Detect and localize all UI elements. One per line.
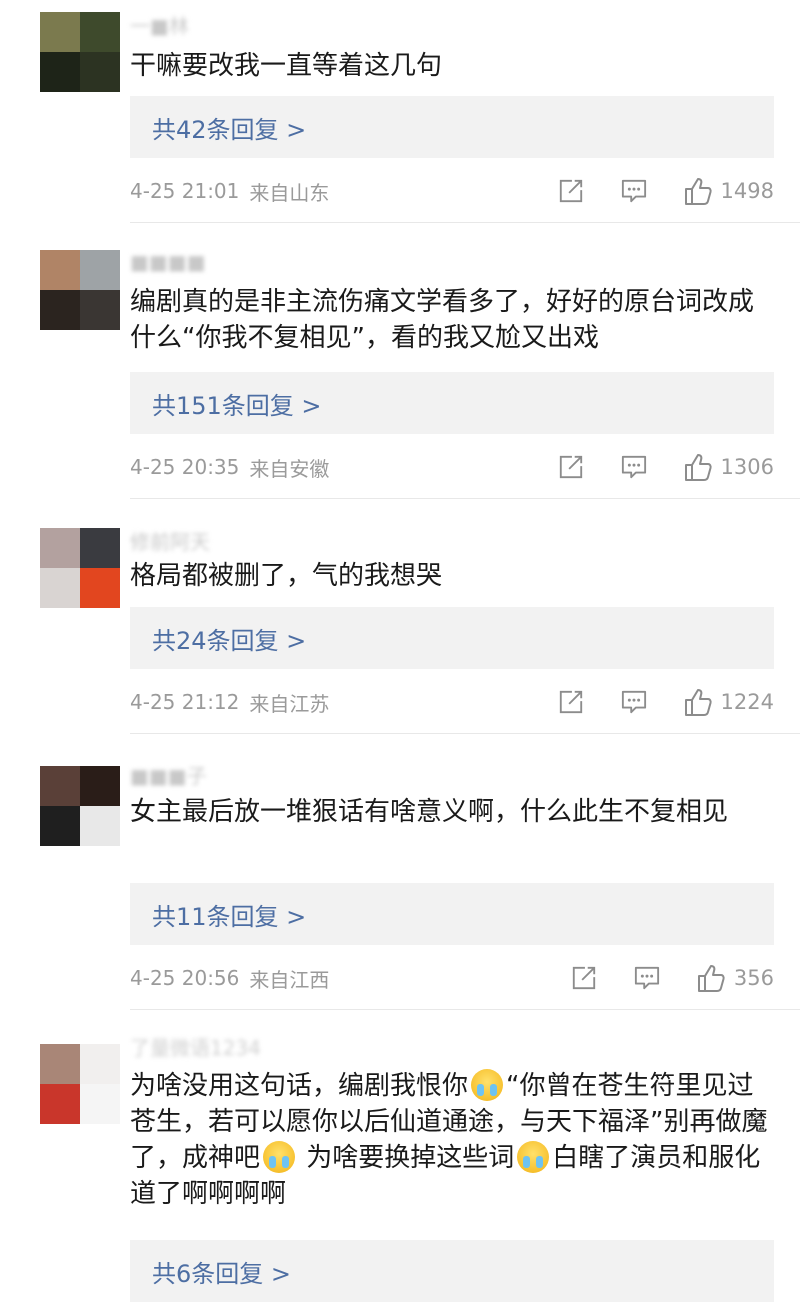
comment-icon[interactable] — [632, 965, 662, 991]
avatar-quadrant — [80, 52, 120, 92]
view-replies-button[interactable]: 共151条回复 > — [130, 372, 774, 434]
comment-actions: 1306 — [557, 452, 774, 482]
like-count: 1306 — [720, 455, 774, 479]
share-icon[interactable] — [557, 454, 585, 480]
avatar-quadrant — [40, 806, 80, 846]
comment-text-segment: 为啥没用这句话，编剧我恨你 — [130, 1071, 469, 1101]
like-count: 1498 — [720, 179, 774, 203]
avatar[interactable] — [40, 528, 120, 608]
username[interactable]: ■■■■ — [130, 250, 206, 274]
comment-meta: 4-25 21:01 来自山东 1498 — [130, 176, 774, 206]
comment-time: 4-25 20:56 — [130, 966, 240, 990]
avatar-quadrant — [80, 766, 120, 806]
crying-face-emoji-icon — [471, 1069, 504, 1101]
view-replies-button[interactable]: 共11条回复 > — [130, 883, 774, 945]
like-button[interactable]: 1498 — [683, 176, 774, 206]
comment-text: 干嘛要改我一直等着这几句 — [130, 51, 443, 81]
avatar-quadrant — [40, 290, 80, 330]
comment-meta: 4-25 21:12 来自江苏 1224 — [130, 687, 774, 717]
avatar[interactable] — [40, 12, 120, 92]
comment-text: 编剧真的是非主流伤痛文学看多了，好好的原台词改成什么“你我不复相见”，看的我又尬… — [130, 287, 755, 353]
avatar-quadrant — [40, 1044, 80, 1084]
comment-text-segment: 为啥要换掉这些词 — [298, 1143, 515, 1173]
username[interactable]: 修前阿天 — [130, 526, 210, 555]
comment-text: 为啥没用这句话，编剧我恨你 “你曾在苍生符里见过苍生，若可以愿你以后仙道通途，与天… — [130, 1068, 770, 1212]
comment-meta: 4-25 20:35 来自安徽 1306 — [130, 452, 774, 482]
username[interactable]: 一■林 — [130, 10, 189, 39]
avatar-quadrant — [40, 1084, 80, 1124]
avatar-quadrant — [80, 12, 120, 52]
share-icon[interactable] — [557, 178, 585, 204]
comment-text: 女主最后放一堆狠话有啥意义啊，什么此生不复相见 — [130, 797, 729, 827]
avatar-quadrant — [40, 52, 80, 92]
avatar-quadrant — [80, 806, 120, 846]
comment-time: 4-25 20:35 — [130, 455, 240, 479]
avatar[interactable] — [40, 1044, 120, 1124]
comment-actions: 1224 — [557, 687, 774, 717]
like-count: 1224 — [720, 690, 774, 714]
avatar[interactable] — [40, 766, 120, 846]
share-icon[interactable] — [557, 689, 585, 715]
avatar-quadrant — [40, 12, 80, 52]
comment-location: 来自江西 — [249, 967, 330, 992]
thumbs-up-icon — [683, 687, 713, 717]
comment-icon[interactable] — [619, 454, 649, 480]
thumbs-up-icon — [683, 452, 713, 482]
comment-icon[interactable] — [619, 178, 649, 204]
username[interactable]: 了量微语1234 — [130, 1032, 261, 1061]
username[interactable]: ■■■子 — [130, 760, 207, 789]
view-replies-button[interactable]: 共42条回复 > — [130, 96, 774, 158]
avatar-quadrant — [40, 766, 80, 806]
avatar-quadrant — [80, 1084, 120, 1124]
crying-face-emoji-icon — [517, 1141, 550, 1173]
like-count: 356 — [733, 966, 774, 990]
comment-location: 来自山东 — [249, 180, 330, 205]
avatar-quadrant — [80, 568, 120, 608]
view-replies-button[interactable]: 共24条回复 > — [130, 607, 774, 669]
avatar-quadrant — [40, 528, 80, 568]
comment-location: 来自安徽 — [249, 456, 330, 481]
avatar-quadrant — [40, 568, 80, 608]
thumbs-up-icon — [696, 963, 726, 993]
comment-time: 4-25 21:01 — [130, 179, 240, 203]
comment-actions: 356 — [570, 963, 774, 993]
comment-actions: 1498 — [557, 176, 774, 206]
comment-icon[interactable] — [619, 689, 649, 715]
like-button[interactable]: 1306 — [683, 452, 774, 482]
avatar-quadrant — [80, 250, 120, 290]
comment-time: 4-25 21:12 — [130, 690, 240, 714]
divider — [130, 498, 800, 499]
comment-meta: 4-25 20:56 来自江西 356 — [130, 963, 774, 993]
thumbs-up-icon — [683, 176, 713, 206]
divider — [130, 1009, 800, 1010]
avatar-quadrant — [40, 250, 80, 290]
divider — [130, 733, 800, 734]
divider — [130, 222, 800, 223]
crying-face-emoji-icon — [263, 1141, 296, 1173]
comment-location: 来自江苏 — [249, 691, 330, 716]
avatar-quadrant — [80, 290, 120, 330]
view-replies-button[interactable]: 共6条回复 > — [130, 1240, 774, 1302]
like-button[interactable]: 356 — [696, 963, 774, 993]
comment-text: 格局都被删了，气的我想哭 — [130, 561, 443, 591]
share-icon[interactable] — [570, 965, 598, 991]
avatar-quadrant — [80, 1044, 120, 1084]
avatar-quadrant — [80, 528, 120, 568]
like-button[interactable]: 1224 — [683, 687, 774, 717]
avatar[interactable] — [40, 250, 120, 330]
